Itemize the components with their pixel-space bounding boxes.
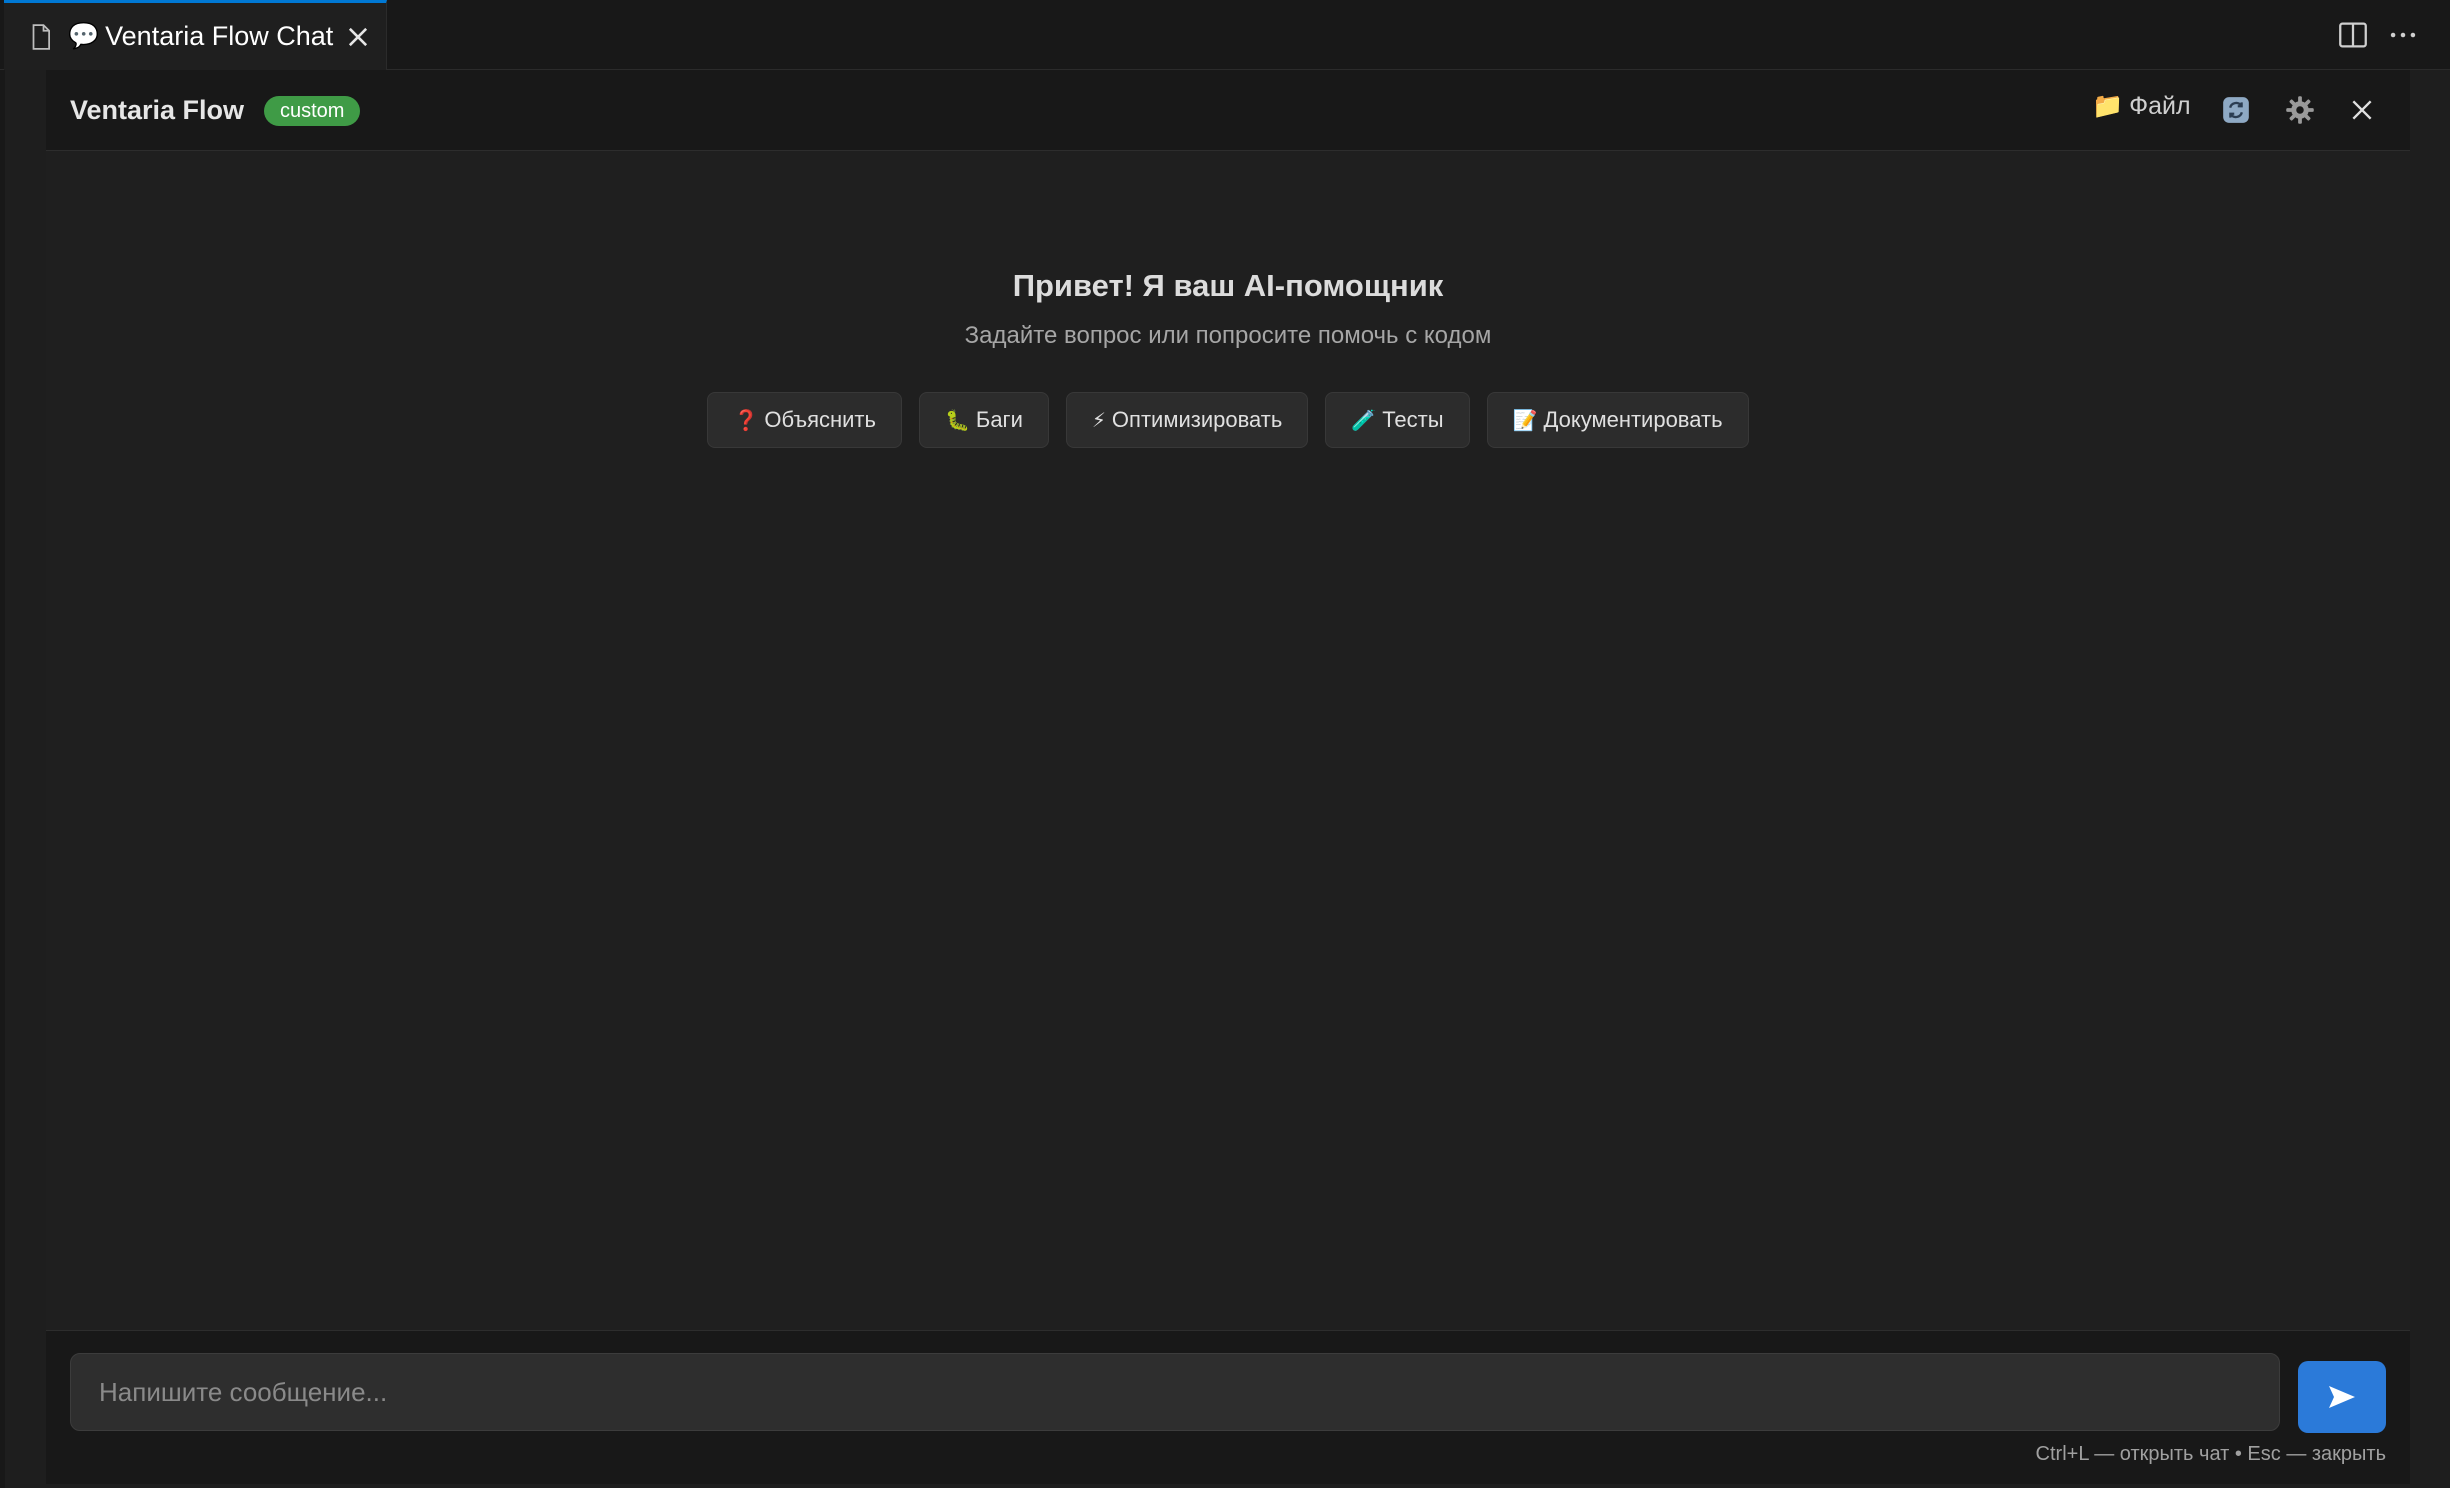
quick-action-label: Тесты: [1382, 407, 1444, 432]
editor-tab-bar: 💬 Ventaria Flow Chat: [0, 0, 2450, 70]
bugs-button[interactable]: 🐛 Баги: [918, 392, 1049, 448]
brand-title: Ventaria Flow: [70, 95, 245, 125]
settings-button[interactable]: [2282, 92, 2318, 128]
tab-ventaria-flow-chat[interactable]: 💬 Ventaria Flow Chat: [4, 0, 387, 70]
message-input[interactable]: [70, 1353, 2280, 1431]
question-mark-icon: ❓: [733, 409, 759, 432]
gear-icon: [2286, 96, 2314, 124]
editor-left-edge: [0, 70, 5, 1488]
document-button[interactable]: 📝 Документировать: [1486, 392, 1749, 448]
folder-icon: 📁: [2092, 92, 2124, 120]
close-panel-button[interactable]: [2344, 92, 2380, 128]
attach-file-button[interactable]: 📁 Файл: [2092, 92, 2191, 121]
attach-file-label: Файл: [2129, 92, 2191, 120]
file-icon: [32, 23, 50, 50]
close-icon: [2352, 100, 2372, 120]
send-button[interactable]: [2298, 1361, 2386, 1433]
split-editor-icon[interactable]: [2336, 18, 2370, 52]
bug-icon: 🐛: [944, 409, 970, 432]
refresh-button[interactable]: [2218, 92, 2254, 128]
chat-panel: Ventaria Flow custom 📁 Файл Привет! Я ва…: [46, 70, 2410, 1484]
memo-icon: 📝: [1512, 409, 1538, 432]
test-tube-icon: 🧪: [1351, 409, 1377, 432]
close-icon[interactable]: [344, 23, 372, 51]
lightning-icon: ⚡: [1091, 409, 1106, 432]
refresh-icon: [2223, 97, 2249, 123]
quick-action-label: Оптимизировать: [1111, 407, 1283, 432]
quick-action-label: Объяснить: [764, 407, 876, 432]
tests-button[interactable]: 🧪 Тесты: [1325, 392, 1470, 448]
chat-header: Ventaria Flow custom 📁 Файл: [46, 70, 2410, 151]
message-input-area: Ctrl+L — открыть чат • Esc — закрыть: [46, 1330, 2410, 1484]
welcome-subtitle: Задайте вопрос или попросите помочь с ко…: [964, 322, 1492, 349]
explain-button[interactable]: ❓ Объяснить: [707, 392, 902, 448]
tab-title: Ventaria Flow Chat: [105, 21, 334, 51]
mode-badge: custom: [264, 96, 361, 126]
chat-bubble-icon: 💬: [68, 22, 100, 50]
welcome-title: Привет! Я ваш AI-помощник: [1012, 268, 1444, 303]
optimize-button[interactable]: ⚡ Оптимизировать: [1065, 392, 1309, 448]
more-actions-icon[interactable]: [2386, 18, 2420, 52]
keyboard-shortcut-hint: Ctrl+L — открыть чат • Esc — закрыть: [2035, 1443, 2386, 1465]
quick-action-label: Документировать: [1543, 407, 1723, 432]
quick-actions: ❓ Объяснить 🐛 Баги ⚡ Оптимизировать 🧪 Те…: [46, 392, 2410, 448]
send-arrow-icon: [2329, 1386, 2355, 1408]
quick-action-label: Баги: [975, 407, 1023, 432]
